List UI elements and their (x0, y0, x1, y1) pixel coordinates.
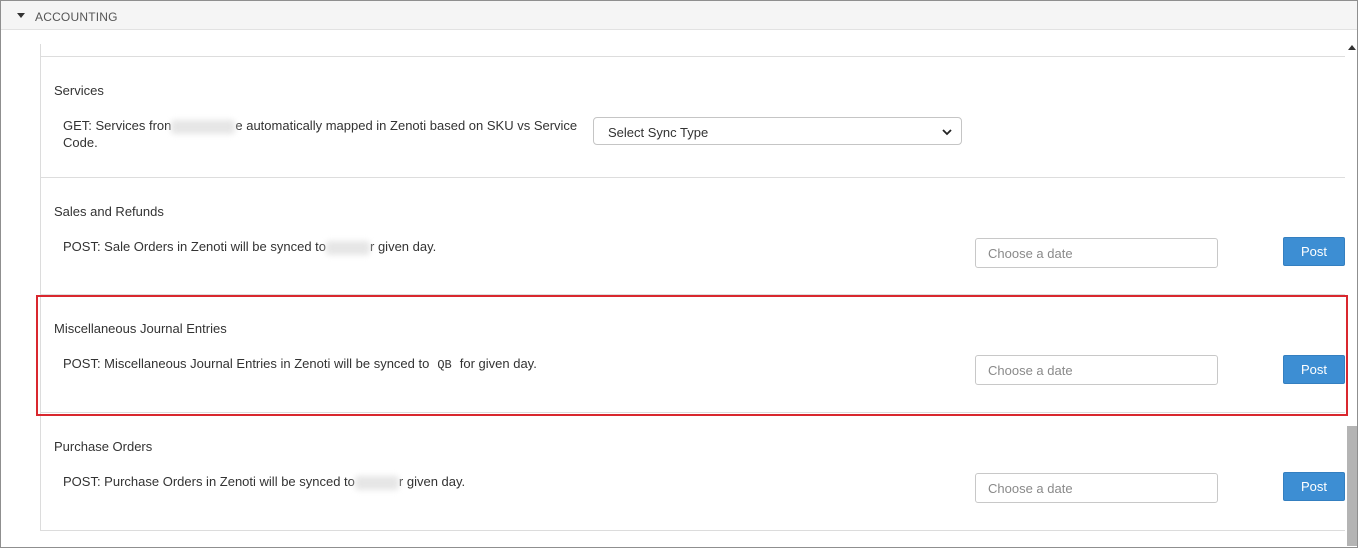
services-desc-part: e automatically mapped in Zenoti based o… (235, 118, 578, 133)
sync-type-select[interactable]: Select Sync Type (593, 117, 962, 145)
sales-post-button[interactable]: Post (1283, 237, 1345, 266)
section-divider (41, 177, 1345, 178)
services-desc-part: GET: Services fron (63, 118, 172, 133)
accounting-accordion-header[interactable]: ACCOUNTING (1, 1, 1357, 30)
section-divider (41, 56, 1345, 57)
purchase-desc-part: r given day. (398, 474, 466, 489)
services-desc-part: Code. (63, 135, 98, 150)
purchase-orders-description: POST: Purchase Orders in Zenoti will be … (63, 473, 465, 490)
chevron-down-icon (942, 129, 952, 136)
scroll-up-icon[interactable] (1348, 45, 1356, 50)
sales-desc-part: POST: Sale Orders in Zenoti will be sync… (63, 239, 327, 254)
sales-date-input[interactable] (975, 238, 1218, 268)
redacted-text (326, 240, 371, 255)
services-description: GET: Services fron e automatically mapped… (63, 117, 577, 151)
redacted-text (171, 119, 236, 134)
sales-refunds-description: POST: Sale Orders in Zenoti will be sync… (63, 238, 436, 255)
scrollbar-thumb[interactable] (1347, 426, 1357, 546)
caret-down-icon[interactable] (17, 13, 25, 18)
sales-desc-part: r given day. (370, 239, 437, 254)
sales-refunds-title: Sales and Refunds (54, 204, 164, 219)
purchase-orders-date-input[interactable] (975, 473, 1218, 503)
redacted-text (354, 475, 399, 490)
sync-type-select-value: Select Sync Type (608, 125, 709, 140)
vertical-scrollbar[interactable] (1345, 40, 1357, 546)
purchase-orders-title: Purchase Orders (54, 439, 153, 454)
highlight-box (36, 295, 1348, 416)
services-title: Services (54, 83, 104, 98)
purchase-desc-part: POST: Purchase Orders in Zenoti will be … (63, 474, 355, 489)
purchase-orders-post-button[interactable]: Post (1283, 472, 1345, 501)
accordion-title: ACCOUNTING (35, 10, 118, 24)
